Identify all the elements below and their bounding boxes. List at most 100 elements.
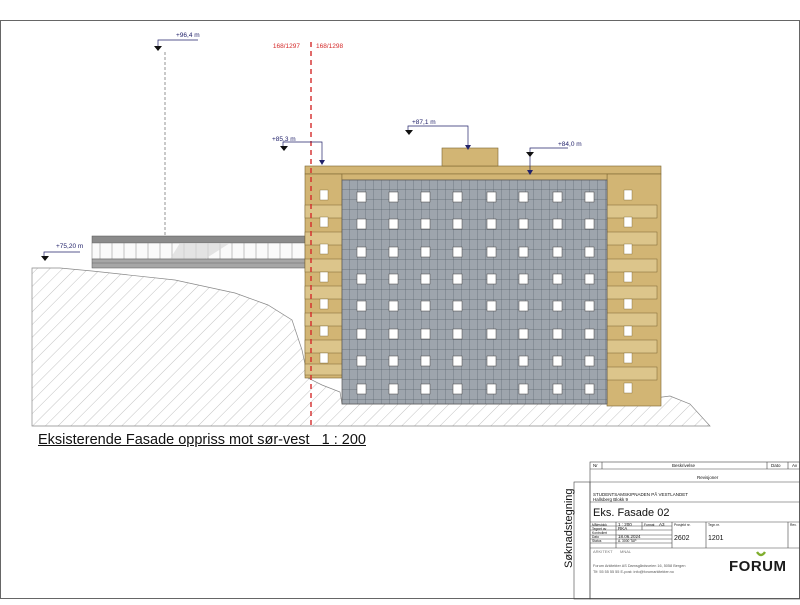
facade-window xyxy=(420,191,431,203)
project-no-label: Prosjekt nr. xyxy=(674,523,691,527)
facade-window xyxy=(584,273,595,285)
facade-window xyxy=(552,273,563,285)
level-right: +84,0 m xyxy=(558,141,582,148)
level-mid: +85,3 m xyxy=(272,136,296,143)
drawing-no-label: Tegn.nr. xyxy=(708,523,720,527)
facade-window xyxy=(486,191,497,203)
format-value: A3 xyxy=(659,522,665,527)
facade-window xyxy=(356,383,367,395)
facade-window xyxy=(584,355,595,367)
rev-header-dato: Dato xyxy=(771,463,781,468)
facade-window xyxy=(420,300,431,312)
facade-window xyxy=(420,355,431,367)
facade-window xyxy=(584,246,595,258)
facade-window xyxy=(420,273,431,285)
facade-window xyxy=(486,383,497,395)
elevation-caption: Eksisterende Fasade oppriss mot sør-vest… xyxy=(38,432,366,448)
facade-window xyxy=(388,328,399,340)
architect-name: MNAL xyxy=(620,549,632,554)
facade-window xyxy=(552,300,563,312)
facade-window xyxy=(356,355,367,367)
status-value: A. 3000 TAP xyxy=(618,539,637,543)
facade-window xyxy=(486,328,497,340)
facade-window xyxy=(518,383,529,395)
logo-leaf-icon xyxy=(756,551,766,557)
facade-window xyxy=(420,218,431,230)
facade-window xyxy=(356,328,367,340)
rev-label: Rev. xyxy=(790,523,797,527)
facade-window xyxy=(486,218,497,230)
rev-header-nr: Nr xyxy=(593,463,598,468)
level-roof: +87,1 m xyxy=(412,119,436,126)
project-line: Hallsberg Blokk 9 xyxy=(593,497,629,502)
facade-window xyxy=(356,191,367,203)
facade-window xyxy=(356,273,367,285)
revisjoner-label: Revisjoner xyxy=(697,475,719,480)
drawing-sheet: 168/1297 168/1298 +96,4 m +85,3 m +87,1 … xyxy=(0,0,800,600)
facade-window xyxy=(388,300,399,312)
company-line-1: Forum Arkitekter AS Damsgårdsveien 16, 5… xyxy=(593,564,685,568)
facade-window xyxy=(452,300,463,312)
facade-window xyxy=(452,191,463,203)
facade-window xyxy=(420,328,431,340)
facade-window xyxy=(518,191,529,203)
title-block xyxy=(573,461,800,600)
facade-window xyxy=(356,246,367,258)
facade-window xyxy=(420,246,431,258)
facade-window xyxy=(584,328,595,340)
facade-window xyxy=(552,328,563,340)
facade-window xyxy=(486,273,497,285)
elevation-drawing: 168/1297 168/1298 +96,4 m +85,3 m +87,1 … xyxy=(0,20,800,600)
facade-window xyxy=(518,273,529,285)
facade-window xyxy=(552,218,563,230)
application-drawing-label: Søknadstegning xyxy=(563,488,575,569)
facade-window xyxy=(388,246,399,258)
project-no: 2602 xyxy=(674,535,690,542)
drawn-value: RKA xyxy=(618,526,627,531)
facade-window xyxy=(518,300,529,312)
facade-window xyxy=(452,273,463,285)
format-label: Format xyxy=(644,523,655,527)
property-label-right: 168/1298 xyxy=(316,43,343,50)
facade-window xyxy=(584,218,595,230)
main-building xyxy=(304,147,662,407)
facade-window xyxy=(452,218,463,230)
facade-window xyxy=(518,355,529,367)
rev-header-beskrivelse: Beskrivelse xyxy=(672,463,696,468)
property-label-left: 168/1297 xyxy=(273,43,300,50)
forum-logo: FORUM xyxy=(729,558,787,575)
facade-window xyxy=(486,300,497,312)
facade-window xyxy=(552,355,563,367)
facade-window xyxy=(584,191,595,203)
facade-window xyxy=(420,383,431,395)
facade-window xyxy=(388,191,399,203)
facade-window xyxy=(388,355,399,367)
facade-window xyxy=(552,191,563,203)
facade-window xyxy=(388,218,399,230)
drawing-title: Eks. Fasade 02 xyxy=(593,507,669,519)
facade-grid-panel xyxy=(341,179,608,405)
facade-window xyxy=(356,300,367,312)
facade-window xyxy=(486,355,497,367)
company-line-2: Tlf: 55 55 55 55 E-post: info@forumarkit… xyxy=(593,570,674,574)
facade-window xyxy=(452,246,463,258)
low-rise-building xyxy=(91,235,306,269)
facade-window xyxy=(584,383,595,395)
facade-window xyxy=(552,383,563,395)
facade-window xyxy=(518,328,529,340)
facade-window xyxy=(452,328,463,340)
facade-window xyxy=(388,273,399,285)
facade-window xyxy=(452,383,463,395)
facade-window xyxy=(356,218,367,230)
level-ground: +75,20 m xyxy=(56,243,83,250)
rev-header-av: Av xyxy=(792,463,798,468)
facade-window xyxy=(518,246,529,258)
facade-window xyxy=(486,246,497,258)
facade-window xyxy=(552,246,563,258)
facade-window xyxy=(518,218,529,230)
facade-window xyxy=(388,383,399,395)
facade-window xyxy=(452,355,463,367)
level-top-left: +96,4 m xyxy=(176,32,200,39)
status-label: Status xyxy=(592,539,602,543)
facade-window xyxy=(584,300,595,312)
